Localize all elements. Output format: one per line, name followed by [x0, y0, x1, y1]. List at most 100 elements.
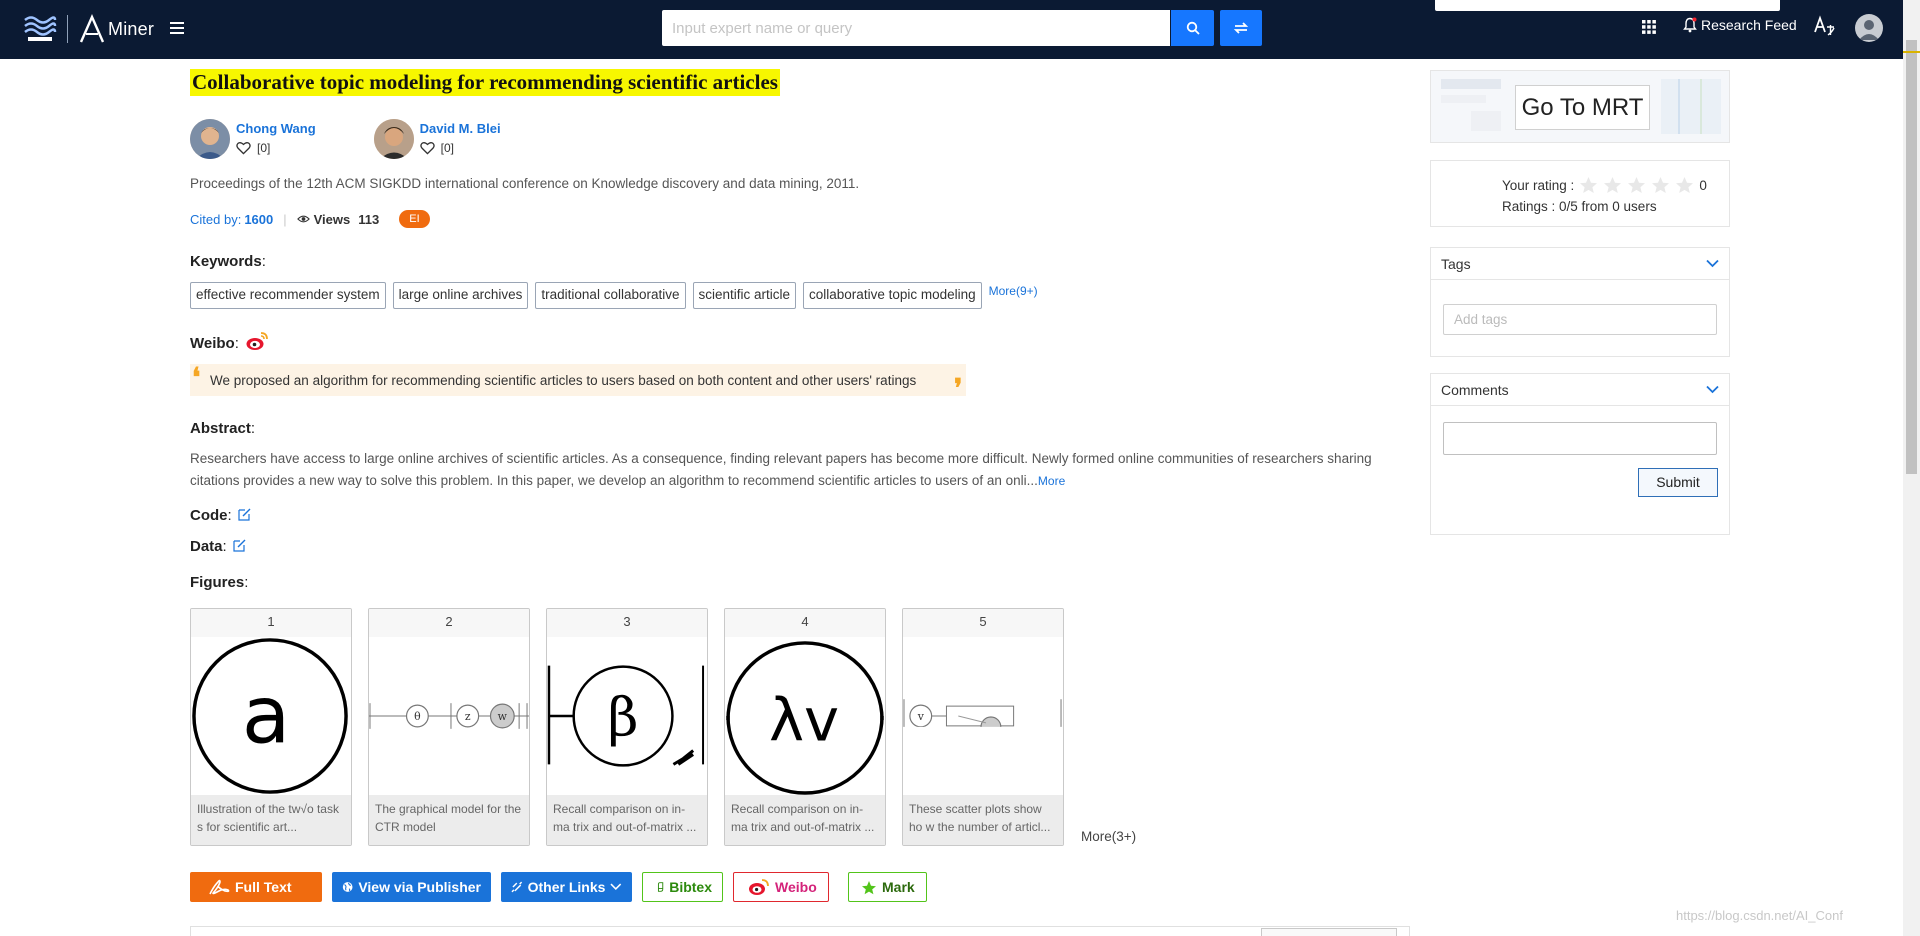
figures-more-link[interactable]: More(3+) — [1081, 829, 1136, 844]
tags-panel-header[interactable]: Tags — [1431, 248, 1729, 280]
figure-symbol: λv — [769, 686, 839, 755]
cited-by-label[interactable]: Cited by: — [190, 212, 241, 227]
ei-badge: EI — [399, 210, 430, 228]
mark-button[interactable]: Mark — [848, 872, 927, 902]
submit-comment-button[interactable]: Submit — [1638, 468, 1718, 497]
your-rating-label: Your rating : — [1502, 177, 1575, 193]
figure-card[interactable]: 2 θ z w The graphical model for the CTR … — [368, 608, 530, 846]
keywords-heading: Keywords: — [190, 253, 266, 270]
weibo-quote: ❛ We proposed an algorithm for recommend… — [190, 364, 966, 402]
figure-thumbnail: β — [547, 665, 705, 767]
user-avatar[interactable] — [1855, 14, 1883, 42]
figure-thumbnail: v — [903, 699, 1063, 787]
star-icon[interactable] — [1579, 176, 1598, 194]
aminer-logo[interactable]: Miner — [77, 14, 154, 44]
keyword-list: effective recommender system large onlin… — [190, 282, 1038, 309]
author-follow[interactable]: [0] — [236, 141, 316, 155]
swap-icon — [1233, 22, 1249, 34]
author-follow[interactable]: [0] — [419, 141, 501, 155]
research-feed-label: Research Feed — [1701, 17, 1797, 33]
svg-text:v: v — [917, 710, 925, 723]
figure-gallery: 1 a Illustration of the tw√o task s for … — [190, 608, 1136, 846]
star-icon[interactable] — [1675, 176, 1694, 194]
next-section-tab-edge — [1261, 928, 1397, 936]
keyword-tag[interactable]: traditional collaborative — [535, 282, 686, 309]
cited-by-count[interactable]: 1600 — [244, 212, 273, 227]
figure-card[interactable]: 1 a Illustration of the tw√o task s for … — [190, 608, 352, 846]
follow-count: [0] — [257, 141, 271, 155]
search-input[interactable] — [662, 10, 1170, 46]
author-card: David M. Blei [0] — [373, 119, 501, 159]
tags-panel: Tags — [1430, 247, 1730, 357]
author-list: Chong Wang [0] David M. Blei [0] — [190, 119, 559, 159]
dropdown-popup-edge — [1435, 0, 1780, 11]
weibo-heading: Weibo: — [190, 330, 269, 352]
figure-thumbnail: λv — [726, 641, 884, 795]
logo-divider — [67, 15, 68, 43]
views-count: 113 — [358, 211, 380, 227]
figures-heading: Figures: — [190, 574, 249, 591]
language-icon[interactable] — [1813, 15, 1835, 37]
figure-card[interactable]: 3 β Recall comparison on in-ma trix and … — [546, 608, 708, 846]
author-name-link[interactable]: David M. Blei — [420, 121, 501, 136]
logo-group[interactable]: Miner — [22, 12, 154, 46]
view-publisher-button[interactable]: View via Publisher — [332, 872, 491, 902]
scrollbar-thumb[interactable] — [1906, 40, 1917, 474]
heart-icon[interactable] — [419, 141, 435, 155]
search-button[interactable] — [1171, 10, 1214, 46]
bibtex-button[interactable]: Bibtex — [642, 872, 723, 902]
globe-icon — [342, 882, 353, 892]
apps-grid-icon[interactable] — [1641, 19, 1657, 35]
figure-number: 3 — [547, 609, 707, 637]
edit-icon[interactable] — [233, 539, 246, 552]
brand-text: Miner — [108, 18, 155, 39]
menu-icon[interactable] — [170, 22, 184, 36]
tags-title: Tags — [1441, 255, 1471, 272]
next-section-edge — [190, 926, 1410, 936]
figure-caption: Recall comparison on in-ma trix and out-… — [725, 795, 885, 845]
star-icon[interactable] — [1651, 176, 1670, 194]
star-icon — [862, 880, 876, 894]
keyword-tag[interactable]: collaborative topic modeling — [803, 282, 982, 309]
wave-logo-icon — [24, 16, 57, 41]
switch-search-button[interactable] — [1220, 10, 1262, 46]
page-scrollbar[interactable] — [1903, 0, 1920, 936]
figure-thumbnail: a — [192, 638, 348, 794]
star-icon[interactable] — [1603, 176, 1622, 194]
weibo-icon — [749, 879, 769, 895]
pdf-icon — [209, 879, 230, 895]
comments-panel-header[interactable]: Comments — [1431, 374, 1729, 406]
full-text-button[interactable]: Full Text — [190, 872, 322, 902]
full-text-label: Full Text — [235, 879, 292, 895]
keywords-more-link[interactable]: More(9+) — [989, 284, 1038, 298]
figure-card[interactable]: 4 λv Recall comparison on in-ma trix and… — [724, 608, 886, 846]
star-icon[interactable] — [1627, 176, 1646, 194]
stat-divider: | — [283, 211, 287, 227]
chevron-down-icon[interactable] — [1706, 259, 1719, 268]
abstract-more-link[interactable]: More — [1038, 474, 1065, 488]
go-to-mrt-button[interactable]: Go To MRT — [1515, 85, 1650, 130]
figure-number: 1 — [191, 609, 351, 637]
edit-icon[interactable] — [238, 508, 251, 521]
comment-input[interactable] — [1443, 422, 1717, 455]
weibo-share-button[interactable]: Weibo — [733, 872, 829, 902]
heart-icon[interactable] — [236, 141, 251, 155]
add-tags-input[interactable] — [1443, 304, 1717, 335]
author-name-link[interactable]: Chong Wang — [236, 121, 316, 136]
weibo-quote-text: We proposed an algorithm for recommendin… — [210, 372, 917, 388]
other-links-button[interactable]: Other Links — [501, 872, 632, 902]
keyword-tag[interactable]: large online archives — [392, 282, 529, 309]
keyword-tag[interactable]: scientific article — [692, 282, 797, 309]
eye-icon — [296, 215, 310, 223]
chevron-down-icon[interactable] — [1706, 385, 1719, 394]
author-photo[interactable] — [190, 119, 230, 159]
author-photo[interactable] — [373, 119, 414, 159]
figure-card[interactable]: 5 v These scatter plots show ho w the nu… — [902, 608, 1064, 846]
rating-stars[interactable] — [1579, 176, 1699, 194]
mark-label: Mark — [882, 879, 915, 895]
research-feed-link[interactable]: Research Feed — [1683, 17, 1797, 33]
paper-venue: Proceedings of the 12th ACM SIGKDD inter… — [190, 176, 860, 191]
keyword-tag[interactable]: effective recommender system — [190, 282, 386, 309]
figure-symbol: β — [608, 686, 639, 749]
views-label: Views — [313, 211, 351, 227]
